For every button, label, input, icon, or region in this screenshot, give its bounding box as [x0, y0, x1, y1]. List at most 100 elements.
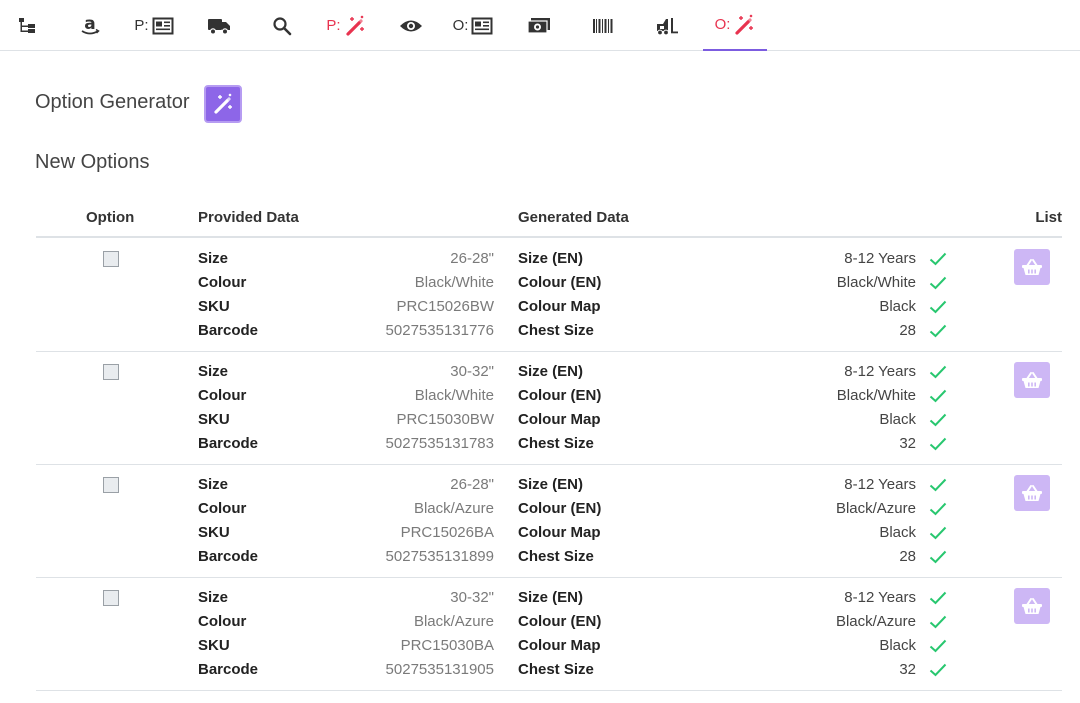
check-mark: [929, 408, 947, 432]
top-tab-bar: a P: P: O: O:: [0, 0, 1080, 51]
provided-label: Colour: [198, 387, 247, 404]
table-row: Size 26-28" Size (EN) 8-12 Years Colour Black…: [36, 239, 1062, 352]
magic-wand-icon: [214, 93, 232, 114]
generated-label: Chest Size: [518, 548, 594, 565]
tab-pricing[interactable]: [517, 0, 561, 51]
option-image: [103, 590, 119, 606]
provided-value: 5027535131899: [385, 548, 494, 565]
generated-value: 32: [899, 661, 916, 678]
check-mark: [929, 360, 947, 384]
option-image: [103, 251, 119, 267]
shopping-basket-icon: [1022, 259, 1042, 275]
generated-label: Colour (EN): [518, 613, 602, 630]
shopping-basket-icon: [1022, 598, 1042, 614]
amazon-icon: a: [81, 15, 100, 34]
truck-icon: [208, 18, 230, 35]
section-title: New Options: [35, 151, 150, 173]
list-option-button[interactable]: [1014, 475, 1050, 511]
provided-value: 5027535131905: [385, 661, 494, 678]
provided-label: SKU: [198, 298, 230, 315]
check-icon: [929, 526, 947, 540]
generated-label: Colour Map: [518, 411, 601, 428]
provided-label: Barcode: [198, 661, 259, 678]
generated-label: Colour (EN): [518, 274, 602, 291]
shopping-basket-icon: [1022, 485, 1042, 501]
svg-text:a: a: [84, 15, 95, 34]
tab-warehouse[interactable]: [645, 0, 689, 51]
check-icon: [929, 324, 947, 338]
generated-label: Colour Map: [518, 524, 601, 541]
provided-value: 5027535131783: [385, 435, 494, 452]
generate-options-button[interactable]: [204, 85, 242, 123]
tab-shipping[interactable]: [198, 0, 240, 51]
tab-amazon[interactable]: a: [70, 0, 110, 51]
check-mark: [929, 295, 947, 319]
eye-icon: [400, 20, 422, 31]
generated-value: 32: [899, 435, 916, 452]
list-option-button[interactable]: [1014, 249, 1050, 285]
generated-label: Size (EN): [518, 589, 584, 606]
generated-value: Black: [879, 524, 916, 541]
provided-value: 30-32": [450, 589, 494, 606]
check-mark: [929, 634, 947, 658]
check-icon: [929, 663, 947, 677]
generated-label: Size (EN): [518, 250, 584, 267]
tab-product-details[interactable]: P:: [128, 0, 180, 51]
check-icon: [929, 276, 947, 290]
check-icon: [929, 478, 947, 492]
generated-value: Black/Azure: [835, 500, 916, 517]
generated-label: Chest Size: [518, 661, 594, 678]
tab-search[interactable]: [262, 0, 302, 51]
tab-preview[interactable]: [390, 0, 432, 51]
provided-value: PRC15030BW: [396, 411, 494, 428]
tab-option-details[interactable]: O:: [447, 0, 499, 51]
list-option-button[interactable]: [1014, 588, 1050, 624]
barcode-icon: [593, 18, 613, 33]
provided-label: Size: [198, 250, 229, 267]
column-header-list: List: [1035, 209, 1062, 226]
generated-value: Black: [879, 298, 916, 315]
sitemap-icon: [19, 17, 35, 33]
tab-categories[interactable]: [8, 0, 48, 51]
check-mark: [929, 610, 947, 634]
provided-label: Colour: [198, 500, 247, 517]
tab-prefix: O:: [452, 17, 469, 34]
magic-wand-icon: [345, 15, 364, 36]
provided-label: Barcode: [198, 435, 259, 452]
check-mark: [929, 473, 947, 497]
generated-label: Colour (EN): [518, 500, 602, 517]
provided-value: 26-28": [450, 476, 494, 493]
check-icon: [929, 591, 947, 605]
check-icon: [929, 252, 947, 266]
search-icon: [273, 16, 292, 35]
list-option-button[interactable]: [1014, 362, 1050, 398]
generated-value: Black/Azure: [835, 613, 916, 630]
page-title: Option Generator: [35, 91, 190, 113]
tab-barcodes[interactable]: [582, 0, 624, 51]
provided-label: Size: [198, 589, 229, 606]
check-mark: [929, 586, 947, 610]
check-icon: [929, 413, 947, 427]
provided-label: Size: [198, 363, 229, 380]
generated-value: 8-12 Years: [844, 589, 916, 606]
check-mark: [929, 545, 947, 569]
tab-option-generator[interactable]: O:: [703, 0, 767, 51]
provided-label: Colour: [198, 613, 247, 630]
generated-label: Colour Map: [518, 298, 601, 315]
provided-label: SKU: [198, 637, 230, 654]
forklift-icon: [657, 17, 678, 35]
newspaper-icon: [471, 17, 493, 34]
generated-label: Colour (EN): [518, 387, 602, 404]
check-mark: [929, 271, 947, 295]
check-mark: [929, 319, 947, 343]
provided-value: 26-28": [450, 250, 494, 267]
column-header-generated-data: Generated Data: [518, 209, 629, 226]
generated-value: Black: [879, 411, 916, 428]
generated-label: Colour Map: [518, 637, 601, 654]
generated-value: Black/White: [836, 387, 916, 404]
provided-label: SKU: [198, 411, 230, 428]
provided-value: PRC15026BA: [400, 524, 494, 541]
options-table-header: Option Provided Data Generated Data List: [36, 200, 1062, 238]
tab-product-generator[interactable]: P:: [320, 0, 372, 51]
provided-label: Colour: [198, 274, 247, 291]
